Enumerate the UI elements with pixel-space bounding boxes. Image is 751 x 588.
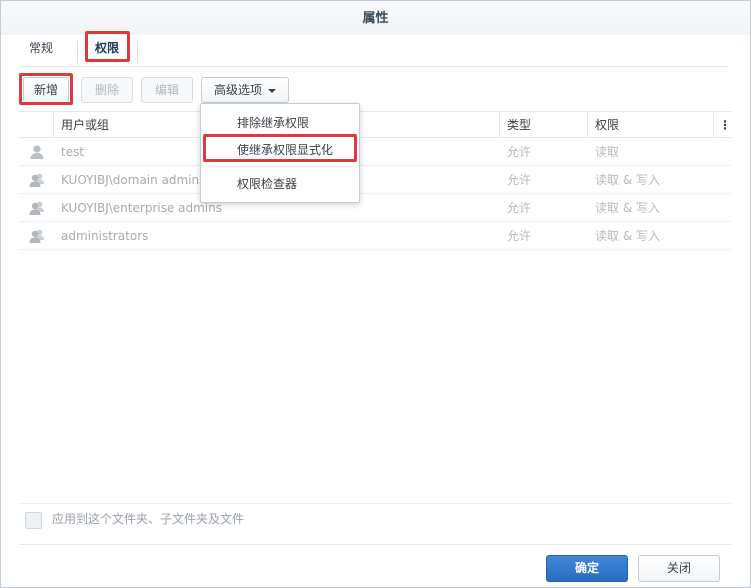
table-row[interactable]: administrators 允许 读取 & 写入 [19,222,731,250]
table-row[interactable]: test 允许 读取 [19,138,731,166]
row-type: 允许 [507,229,532,243]
dialog-title: 属性 [1,1,750,35]
tab-divider [77,41,78,63]
row-type: 允许 [507,201,532,215]
apply-to-subfolders-row: 应用到这个文件夹、子文件夹及文件 [19,503,731,533]
header-permission[interactable]: 权限 [587,112,713,138]
permissions-table: 用户或组 类型 权限 ⋮ test 允许 读取 KUOYIBJ\domain a… [19,111,731,250]
menu-item-exclude-inherited[interactable]: 排除继承权限 [201,109,359,137]
table-row[interactable]: KUOYIBJ\domain admins 允许 读取 & 写入 [19,166,731,194]
group-icon [29,229,44,243]
column-menu-icon[interactable]: ⋮ [713,112,731,138]
header-type[interactable]: 类型 [499,112,587,138]
user-icon [30,145,44,159]
row-user: administrators [61,229,149,243]
add-button[interactable]: 新增 [23,77,69,103]
row-type: 允许 [507,173,532,187]
tab-underline [19,66,729,67]
advanced-options-label: 高级选项 [213,83,262,97]
footer-divider [19,544,731,545]
row-icon-cell [19,222,53,250]
caret-down-icon [268,88,276,93]
group-icon [29,201,44,215]
row-icon-cell [19,194,53,222]
delete-button[interactable]: 删除 [81,77,133,103]
ok-button[interactable]: 确定 [546,555,628,582]
apply-label: 应用到这个文件夹、子文件夹及文件 [52,512,245,526]
menu-item-make-inherited-explicit[interactable]: 使继承权限显式化 [201,136,359,164]
row-permission: 读取 [595,145,620,159]
row-permission: 读取 & 写入 [595,201,660,215]
table-header: 用户或组 类型 权限 ⋮ [19,111,731,138]
advanced-options-button[interactable]: 高级选项 [201,77,289,103]
tab-permissions[interactable]: 权限 [85,33,131,63]
close-button[interactable]: 关闭 [638,555,720,582]
row-permission: 读取 & 写入 [595,173,660,187]
tab-general[interactable]: 常规 [19,33,77,63]
tab-divider [137,41,138,63]
menu-item-permission-inspector[interactable]: 权限检查器 [201,170,359,198]
apply-checkbox[interactable] [25,512,42,529]
advanced-options-menu: 排除继承权限 使继承权限显式化 权限检查器 [200,103,360,203]
group-icon [29,173,44,187]
header-icon-col [19,112,53,138]
table-row[interactable]: KUOYIBJ\enterprise admins 允许 读取 & 写入 [19,194,731,222]
row-icon-cell [19,138,53,166]
row-type: 允许 [507,145,532,159]
edit-button[interactable]: 编辑 [141,77,193,103]
menu-divider [209,166,353,167]
row-permission: 读取 & 写入 [595,229,660,243]
properties-dialog: 属性 常规 权限 新增 删除 编辑 高级选项 用户或组 类型 权限 ⋮ test… [0,0,751,588]
row-icon-cell [19,166,53,194]
